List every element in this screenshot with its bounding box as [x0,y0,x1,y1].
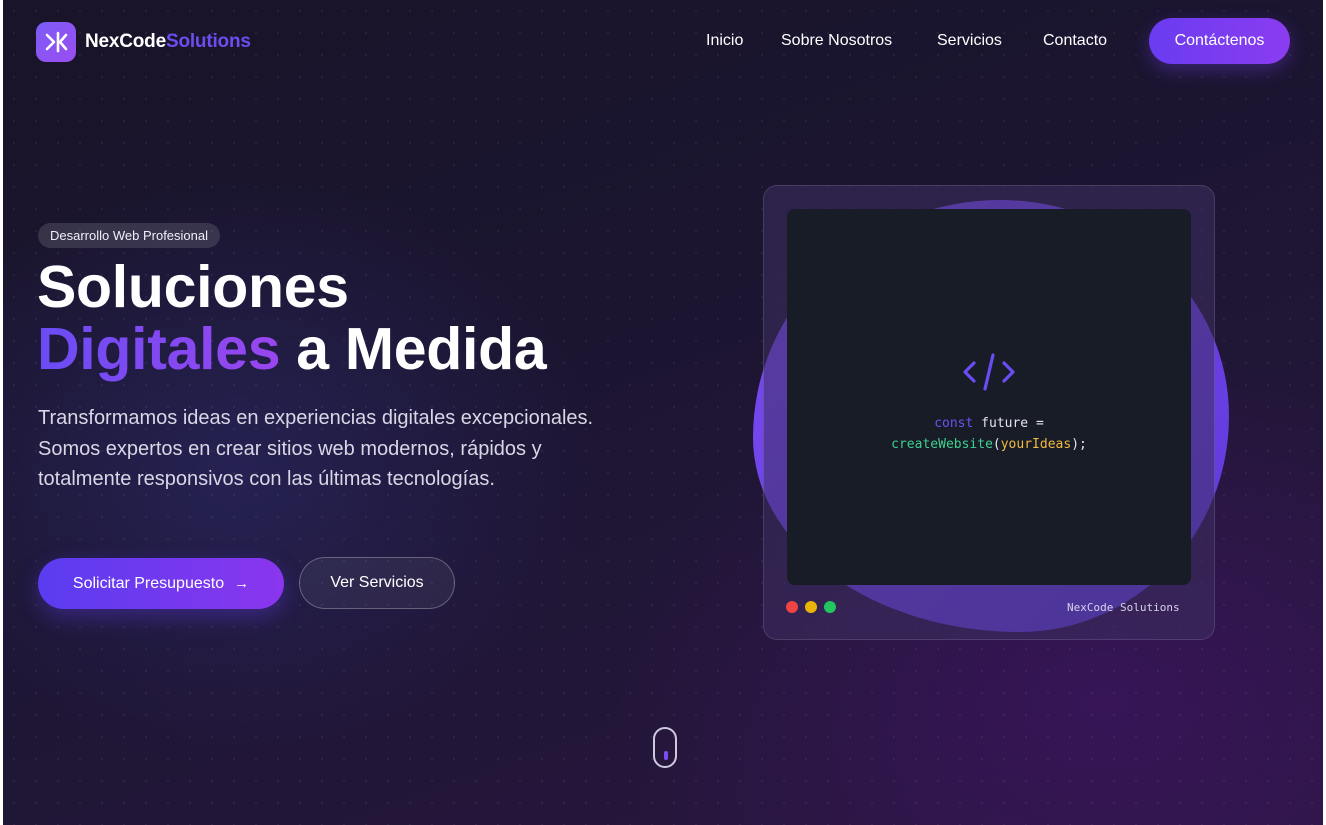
nav-link-sobre-nosotros[interactable]: Sobre Nosotros [781,32,892,50]
arrow-right-icon: → [234,575,250,592]
code-brackets-icon [960,349,1018,400]
scroll-mouse-icon[interactable] [653,727,677,768]
code-operator: = [1035,416,1044,431]
brand-name-accent: Solutions [165,31,251,52]
nav-link-inicio[interactable]: Inicio [706,32,743,50]
window-dot-green [824,601,836,613]
hero-description: Transformamos ideas en experiencias digi… [38,407,594,490]
code-keyword: const [934,416,974,431]
request-quote-button[interactable]: Solicitar Presupuesto → [38,558,284,609]
code-paren-open: ( [992,437,1001,452]
window-dot-yellow [805,601,817,613]
code-screen: const future = createWebsite(yourIdeas); [787,209,1191,585]
navbar: NexCodeSolutions Inicio Sobre Nosotros S… [3,0,1323,84]
code-line-2: createWebsite(yourIdeas); [787,434,1191,455]
request-quote-label: Solicitar Presupuesto [72,574,225,592]
brand-logo[interactable]: NexCodeSolutions [36,22,251,62]
hero-title: Soluciones Digitales a Medida [37,254,547,382]
nav-link-servicios[interactable]: Servicios [937,32,1002,50]
code-function: createWebsite [891,437,993,452]
hero-title-rest: a Medida [280,316,547,382]
code-line-1: const future = [787,413,1191,434]
hero-title-line1: Soluciones [37,254,349,320]
hero-badge: Desarrollo Web Profesional [38,223,220,248]
view-services-button[interactable]: Ver Servicios [299,557,455,609]
code-paren-close: ); [1071,437,1087,452]
nav-link-contacto[interactable]: Contacto [1043,32,1107,50]
brand-name: NexCodeSolutions [85,31,251,53]
hero-page: NexCodeSolutions Inicio Sobre Nosotros S… [3,0,1323,825]
hero-title-line2: Digitales a Medida [37,316,547,382]
brand-name-main: NexCode [85,31,166,52]
chevron-code-logo-icon [36,22,76,62]
hero-title-highlight: Digitales [37,316,281,382]
contact-cta-button[interactable]: Contáctenos [1149,18,1290,64]
code-argument: yourIdeas [1000,437,1072,452]
code-variable: future [973,416,1036,431]
code-snippet: const future = createWebsite(yourIdeas); [787,413,1191,455]
scroll-wheel-indicator [664,751,668,760]
frame-label: NexCode Solutions [1067,601,1180,614]
window-dot-red [786,601,798,613]
